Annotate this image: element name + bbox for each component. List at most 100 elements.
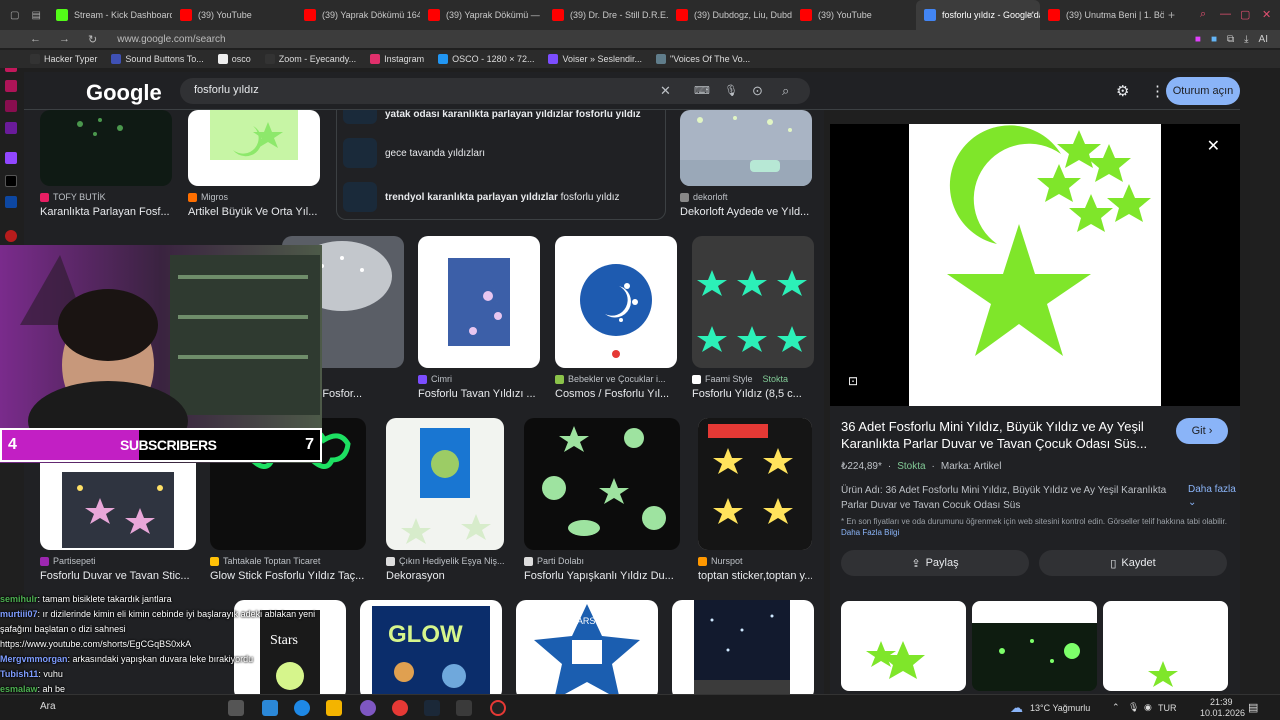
sidebar-icon-8[interactable] [5, 230, 17, 242]
menu-icon[interactable]: ▢ [10, 10, 19, 21]
mic-icon[interactable]: 🎙 [724, 84, 738, 97]
sidebar-icon-4[interactable] [5, 122, 17, 134]
url-text[interactable]: www.google.com/search [117, 34, 225, 45]
result-title-8[interactable]: Fosforlu Duvar ve Tavan Stic... [40, 570, 200, 582]
tab-4[interactable]: (39) Dr. Dre - Still D.R.E. [544, 0, 668, 30]
result-thumb-16[interactable] [672, 600, 814, 694]
result-thumb-2[interactable] [188, 110, 320, 186]
result-title-9[interactable]: Glow Stick Fosforlu Yıldız Taç... [210, 570, 366, 582]
result-thumb-5[interactable] [418, 236, 540, 368]
related-item-3[interactable]: trendyol karanlıkta parlayan yıldızlar f… [343, 182, 620, 212]
tab-controls[interactable]: ▢ ▤ [0, 0, 48, 30]
notification-icon[interactable]: ▤ [1248, 701, 1258, 714]
result-thumb-1[interactable] [40, 110, 172, 186]
save-button[interactable]: ▯ Kaydet [1039, 550, 1227, 576]
language-indicator[interactable]: TUR [1158, 703, 1177, 713]
related-item-2[interactable]: gece tavanda yıldızları [343, 138, 485, 168]
download-icon[interactable]: ⤓ [1244, 34, 1248, 45]
extensions-icon[interactable]: ⧉ [1227, 34, 1234, 45]
bookmark-2[interactable]: osco [217, 54, 251, 64]
signin-button[interactable]: Oturum açın [1166, 77, 1240, 105]
reload-icon[interactable]: ↻ [88, 33, 97, 46]
obs-icon[interactable] [490, 700, 506, 716]
new-tab-button[interactable]: + [1168, 8, 1175, 22]
search-icon[interactable]: ⌕ [782, 83, 789, 99]
result-title-1[interactable]: Karanlıkta Parlayan Fosf... [40, 206, 180, 218]
lens-icon[interactable]: ⊙ [752, 83, 763, 99]
back-icon[interactable]: ← [30, 33, 41, 46]
app-icon-2[interactable] [456, 700, 472, 716]
forward-icon[interactable]: → [59, 33, 70, 46]
bookmark-5[interactable]: OSCO - 1280 × 72... [438, 54, 534, 64]
sidebar-icon-3[interactable] [5, 100, 17, 112]
tab-5[interactable]: (39) Dubdogz, Liu, Dubd [668, 0, 792, 30]
learn-more-link[interactable]: Daha Fazla Bilgi [841, 528, 899, 537]
related-thumb-3[interactable] [1103, 601, 1228, 691]
settings-gear-icon[interactable]: ⚙ [1116, 82, 1129, 100]
folder-icon[interactable] [326, 700, 342, 716]
tray-arrow-icon[interactable]: ⌃ [1112, 702, 1120, 713]
bookmark-7[interactable]: "Voices Of The Vo... [656, 54, 750, 64]
search-input[interactable]: fosforlu yıldız [194, 84, 259, 96]
tab-7[interactable]: fosforlu yıldız - Google'da ✕ [916, 0, 1040, 30]
twitch-icon[interactable] [5, 152, 17, 164]
clock-time[interactable]: 21:39 [1210, 697, 1233, 707]
weather-text[interactable]: 13°C Yağmurlu [1030, 703, 1090, 713]
app-icon-1[interactable] [360, 700, 376, 716]
maximize-button[interactable]: ▢ [1240, 8, 1250, 21]
result-thumb-3[interactable] [680, 110, 812, 186]
result-thumb-11[interactable] [524, 418, 680, 550]
result-title-10[interactable]: Dekorasyon [386, 570, 510, 582]
bookmark-6[interactable]: Voiser » Seslendir... [548, 54, 642, 64]
share-button[interactable]: ⇪ Paylaş [841, 550, 1029, 576]
result-thumb-12[interactable] [698, 418, 812, 550]
result-thumb-10[interactable] [386, 418, 504, 550]
minimize-button[interactable]: — [1220, 8, 1231, 20]
bookmark-4[interactable]: Instagram [370, 54, 424, 64]
result-title-3[interactable]: Dekorloft Aydede ve Yıld... [680, 206, 820, 218]
sidebar-icon-7[interactable] [5, 196, 17, 208]
result-title-5[interactable]: Fosforlu Tavan Yıldızı ... [418, 388, 540, 400]
close-tab-icon[interactable]: ✕ [1026, 10, 1034, 21]
result-thumb-7[interactable] [692, 236, 814, 368]
workspaces-icon[interactable]: ▤ [31, 10, 40, 21]
close-window-button[interactable]: ✕ [1262, 8, 1271, 21]
tab-8[interactable]: (39) Unutma Beni | 1. Böl [1040, 0, 1164, 30]
related-thumb-1[interactable] [841, 601, 966, 691]
tab-1[interactable]: (39) YouTube [172, 0, 296, 30]
tab-6[interactable]: (39) YouTube [792, 0, 916, 30]
tab-3[interactable]: (39) Yaprak Dökümü — [420, 0, 544, 30]
task-view-icon[interactable] [228, 700, 244, 716]
google-logo[interactable]: Google [86, 80, 162, 106]
result-thumb-6[interactable] [555, 236, 677, 368]
more-link[interactable]: Daha fazla ⌄ [1188, 483, 1236, 509]
sidebar-icon-2[interactable] [5, 80, 17, 92]
go-button[interactable]: Git › [1176, 418, 1228, 444]
search-box[interactable]: fosforlu yıldız ✕ ⌨ 🎙 ⊙ ⌕ [180, 78, 810, 104]
clock-date[interactable]: 10.01.2026 [1200, 708, 1245, 718]
x-icon[interactable] [5, 175, 17, 187]
tab-2[interactable]: (39) Yaprak Dökümü 164 [296, 0, 420, 30]
result-title-12[interactable]: toptan sticker,toptan y... [698, 570, 812, 582]
clear-icon[interactable]: ✕ [660, 83, 671, 99]
edge-icon[interactable] [294, 700, 310, 716]
extension-icon-2[interactable]: ■ [1211, 34, 1217, 45]
result-title-7[interactable]: Fosforlu Yıldız (8,5 c... [692, 388, 814, 400]
bookmark-1[interactable]: Sound Buttons To... [111, 54, 204, 64]
steam-icon[interactable] [424, 700, 440, 716]
preview-image[interactable]: ⊡ ✕ [830, 124, 1240, 406]
taskbar-search[interactable]: Ara [40, 701, 56, 712]
bookmark-0[interactable]: Hacker Typer [30, 54, 97, 64]
lens-search-icon[interactable]: ⊡ [848, 374, 858, 388]
close-panel-icon[interactable]: ✕ [1207, 136, 1220, 156]
ai-icon[interactable]: AI [1259, 34, 1268, 45]
result-title-6[interactable]: Cosmos / Fosforlu Yıl... [555, 388, 677, 400]
bookmark-3[interactable]: Zoom - Eyecandy... [264, 54, 356, 64]
related-thumb-2[interactable] [972, 601, 1097, 691]
product-title[interactable]: 36 Adet Fosforlu Mini Yıldız, Büyük Yıld… [841, 418, 1151, 452]
tab-0[interactable]: Stream - Kick Dashboard [48, 0, 172, 30]
opera-icon[interactable] [392, 700, 408, 716]
related-item-1[interactable]: yatak odası karanlıkta parlayan yıldızla… [343, 110, 641, 124]
mic-tray-icon[interactable]: 🎙 [1128, 702, 1139, 713]
explorer-icon[interactable] [262, 700, 278, 716]
